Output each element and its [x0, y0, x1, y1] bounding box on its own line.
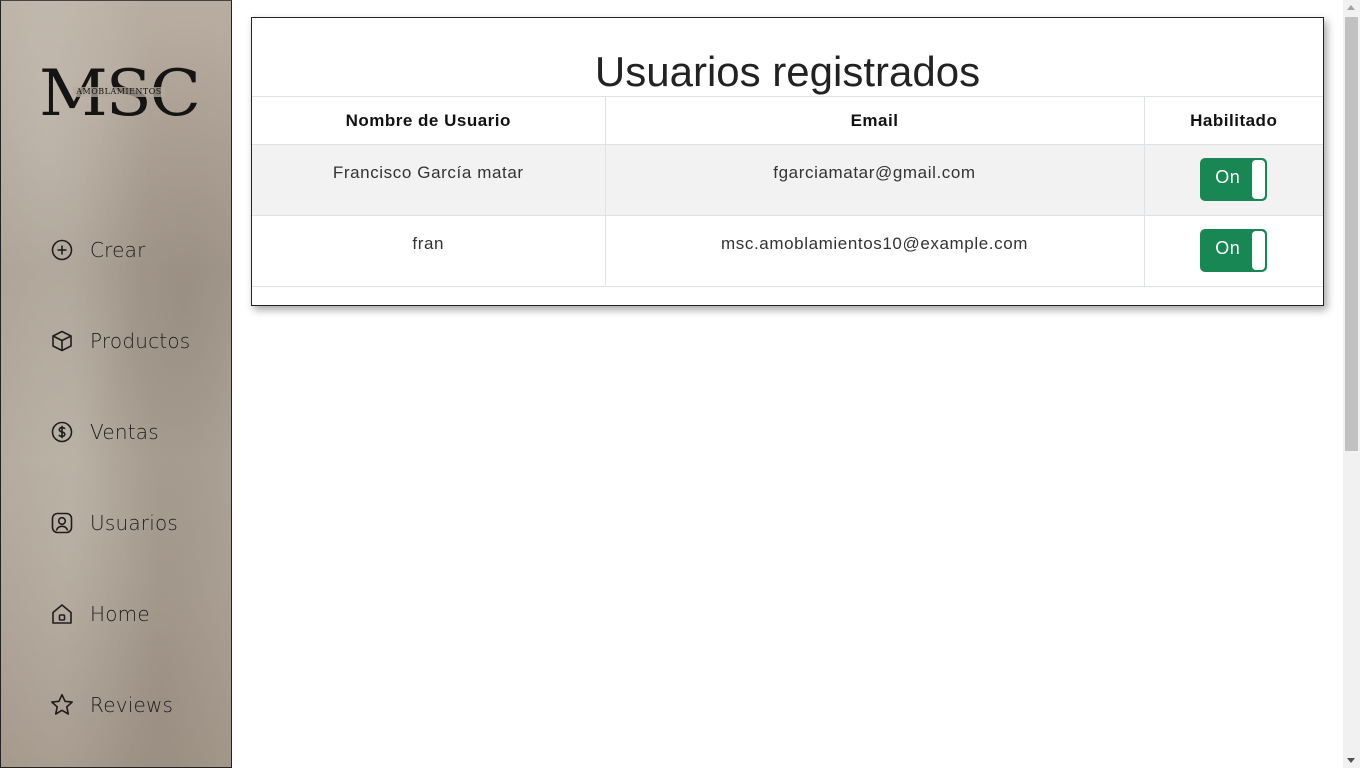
sidebar-item-label: Crear: [90, 238, 146, 262]
user-email-cell: msc.amoblamientos10@example.com: [604, 215, 1144, 287]
box-icon: [49, 328, 75, 354]
column-header-enabled: Habilitado: [1143, 96, 1323, 145]
scroll-up-arrow-icon[interactable]: [1347, 5, 1355, 10]
sidebar-item-label: Reviews: [90, 693, 174, 717]
toggle-knob: [1252, 160, 1266, 199]
enabled-toggle[interactable]: On: [1200, 158, 1268, 201]
user-email-cell: fgarciamatar@gmail.com: [604, 144, 1144, 216]
toggle-knob: [1252, 231, 1266, 270]
table-row: fran msc.amoblamientos10@example.com On: [252, 215, 1323, 287]
sidebar-item-label: Usuarios: [90, 511, 179, 535]
sidebar-item-label: Home: [90, 602, 150, 626]
toggle-label: On: [1215, 238, 1241, 258]
brand-logo[interactable]: MSC AMOBLAMIENTOS: [35, 62, 203, 126]
users-card: Usuarios registrados Nombre de Usuario E…: [251, 17, 1324, 306]
sidebar-item-productos[interactable]: Productos: [49, 326, 190, 356]
vertical-scrollbar[interactable]: [1343, 0, 1360, 768]
scroll-down-arrow-icon[interactable]: [1347, 758, 1355, 763]
enabled-toggle[interactable]: On: [1200, 229, 1268, 272]
scroll-thumb[interactable]: [1345, 17, 1358, 451]
sidebar-item-home[interactable]: Home: [49, 599, 150, 629]
sidebar-item-label: Ventas: [90, 420, 159, 444]
sidebar-item-usuarios[interactable]: Usuarios: [49, 508, 178, 538]
user-name-cell: fran: [252, 215, 605, 287]
column-header-email: Email: [604, 96, 1144, 145]
user-square-icon: [49, 510, 75, 536]
plus-circle-icon: [49, 237, 75, 263]
users-table: Nombre de Usuario Email Habilitado Franc…: [252, 96, 1323, 287]
sidebar-item-ventas[interactable]: Ventas: [49, 417, 159, 447]
dollar-circle-icon: [49, 419, 75, 445]
user-name-cell: Francisco García matar: [252, 144, 605, 216]
enabled-cell: On: [1143, 144, 1323, 216]
toggle-label: On: [1215, 167, 1241, 187]
table-header-row: Nombre de Usuario Email Habilitado: [252, 96, 1323, 145]
sidebar-item-reviews[interactable]: Reviews: [49, 690, 173, 720]
column-header-name: Nombre de Usuario: [252, 96, 605, 145]
sidebar: MSC AMOBLAMIENTOS Crear Productos Ventas…: [0, 0, 232, 768]
logo-subtext: AMOBLAMIENTOS: [73, 87, 165, 97]
house-icon: [49, 601, 75, 627]
page-title: Usuarios registrados: [594, 48, 981, 95]
sidebar-item-label: Productos: [90, 329, 191, 353]
table-row: Francisco García matar fgarciamatar@gmai…: [252, 144, 1323, 216]
star-icon: [49, 692, 75, 718]
sidebar-item-crear[interactable]: Crear: [49, 235, 146, 265]
enabled-cell: On: [1143, 215, 1323, 287]
